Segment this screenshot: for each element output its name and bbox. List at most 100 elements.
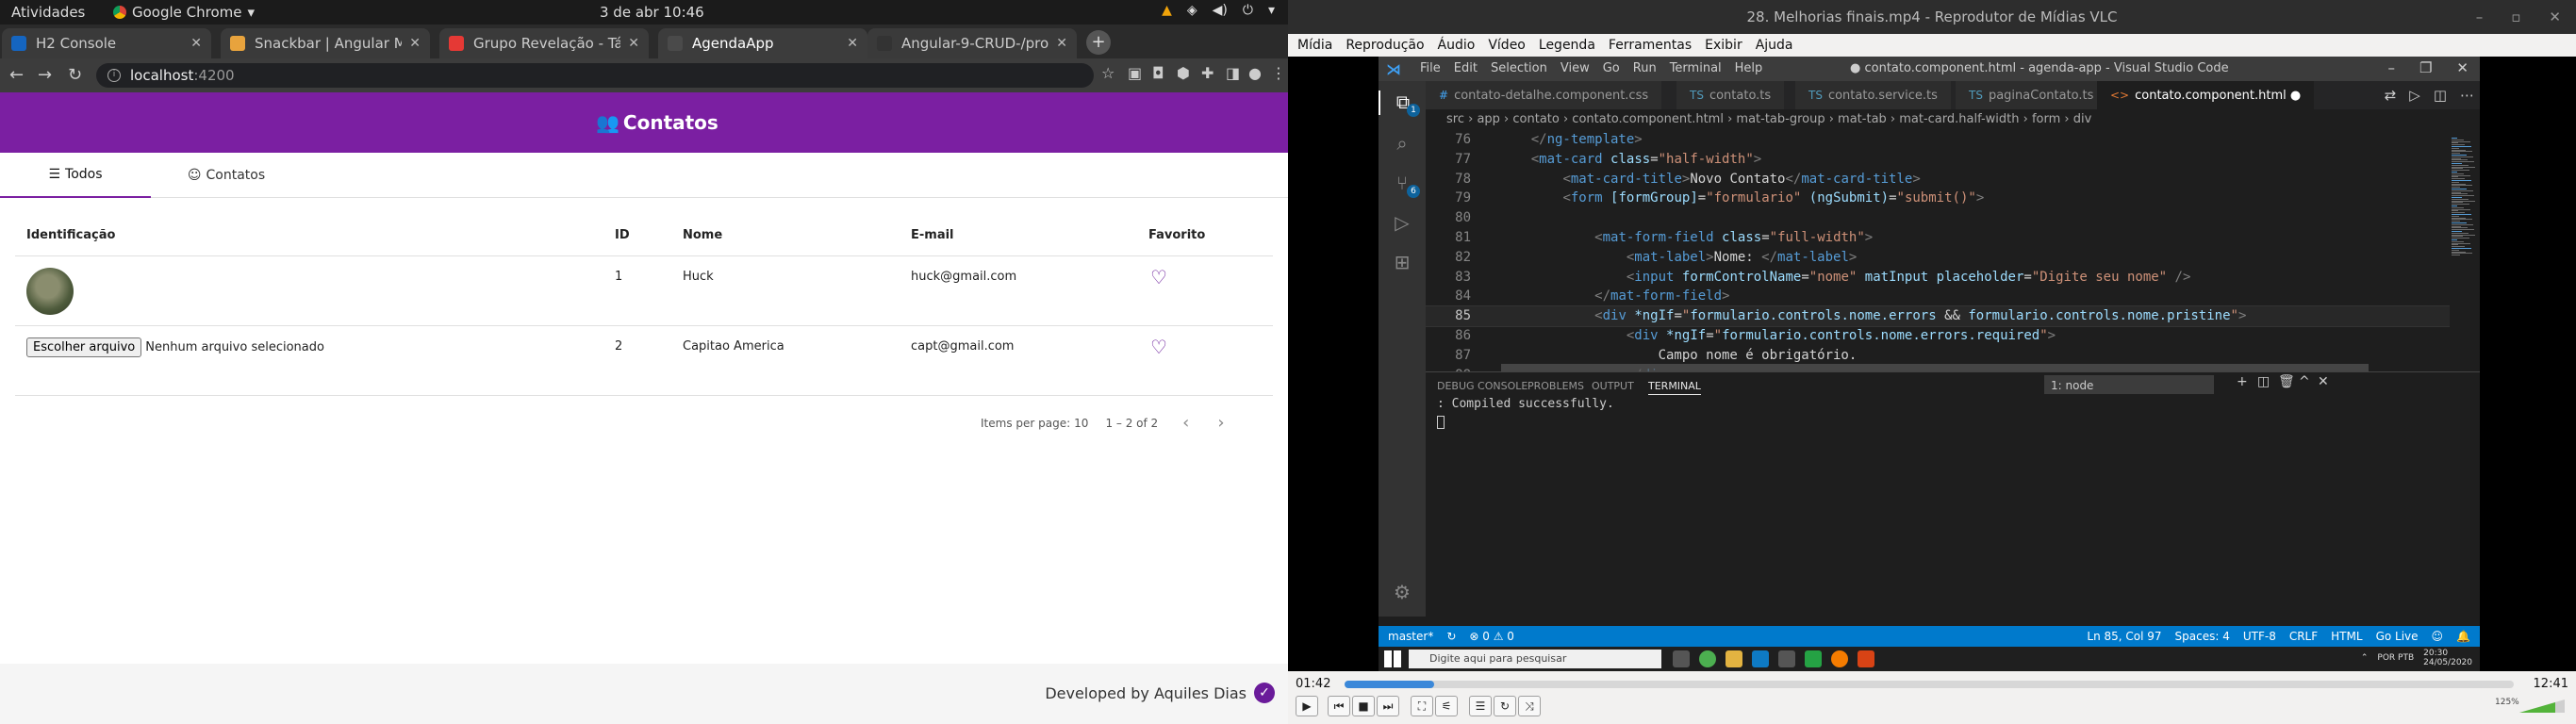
puzzle-icon[interactable]: ✚ <box>1201 64 1214 82</box>
menu-item[interactable]: Ferramentas <box>1609 34 1692 57</box>
editor-tab[interactable]: # contato-detalhe.component.css <box>1426 81 1663 109</box>
close-icon[interactable]: ✕ <box>409 36 421 51</box>
close-icon[interactable]: ✕ <box>190 36 202 51</box>
activities-button[interactable]: Atividades <box>11 4 85 21</box>
file-input[interactable]: Escolher arquivo Nenhum arquivo selecion… <box>26 337 324 357</box>
menu-item[interactable]: Selection <box>1491 61 1547 75</box>
star-icon[interactable]: ☆ <box>1101 64 1115 82</box>
video-area[interactable]: ⋊ File Edit Selection View Go Run Termin… <box>1288 57 2576 671</box>
horizontal-scrollbar[interactable] <box>1501 364 2369 371</box>
playlist-icon[interactable]: ☰ <box>1469 696 1492 716</box>
maximize-icon[interactable]: ▫ <box>2511 0 2520 34</box>
sync-icon[interactable]: ↻ <box>1446 626 1456 647</box>
go-live[interactable]: Go Live <box>2376 626 2419 647</box>
previous-icon[interactable]: ⏮ <box>1328 696 1350 716</box>
panel-tab[interactable]: DEBUG CONSOLE <box>1437 380 1527 392</box>
browser-tab[interactable]: H2 Console ✕ <box>2 28 211 58</box>
volume-slider[interactable]: 125% <box>2491 698 2567 715</box>
info-icon[interactable]: i <box>107 69 121 82</box>
address-bar[interactable]: i localhost:4200 <box>96 63 1094 88</box>
menu-item[interactable]: File <box>1420 61 1441 75</box>
maximize-panel-icon[interactable]: ^ <box>2299 374 2310 389</box>
profile-icon[interactable]: ● <box>1248 64 1262 82</box>
favorite-heart-icon[interactable]: ♡ <box>1150 266 1167 288</box>
system-tray[interactable]: ▲ ◈ ◀) ⏻ ▾ <box>1162 3 1275 18</box>
editor-tab[interactable]: TS contato.service.ts <box>1795 81 1952 109</box>
next-page-icon[interactable]: › <box>1217 413 1224 433</box>
run-icon[interactable]: ▷ <box>2409 87 2420 104</box>
menu-item[interactable]: View <box>1560 61 1590 75</box>
app-icon[interactable] <box>1858 650 1874 667</box>
menu-item[interactable]: Legenda <box>1539 34 1595 57</box>
tab-todos[interactable]: ☰ Todos <box>0 153 151 198</box>
minimize-icon[interactable]: – <box>2387 59 2395 76</box>
add-terminal-icon[interactable]: + <box>2237 374 2248 389</box>
taskbar-lang[interactable]: POR PTB <box>2377 653 2414 663</box>
time-total[interactable]: 12:41 <box>2534 677 2568 691</box>
taskbar-search[interactable]: Digite aqui para pesquisar <box>1409 650 1661 668</box>
close-icon[interactable]: ✕ <box>628 36 639 51</box>
close-panel-icon[interactable]: ✕ <box>2318 374 2329 389</box>
git-branch[interactable]: master* <box>1388 626 1433 647</box>
favorite-heart-icon[interactable]: ♡ <box>1150 336 1167 358</box>
extensions-icon[interactable]: ⊞ <box>1390 251 1414 275</box>
menu-icon[interactable]: ⋮ <box>1271 64 1286 82</box>
menu-item[interactable]: Reprodução <box>1346 34 1424 57</box>
menu-item[interactable]: Exibir <box>1705 34 1742 57</box>
more-icon[interactable]: ⋯ <box>2460 87 2474 104</box>
menu-item[interactable]: Áudio <box>1438 34 1476 57</box>
menu-item[interactable]: Mídia <box>1297 34 1332 57</box>
feedback-icon[interactable]: ☺ <box>2432 626 2444 647</box>
split-editor-icon[interactable]: ◫ <box>2434 87 2447 104</box>
close-icon[interactable]: ✕ <box>847 36 858 51</box>
folder-icon[interactable] <box>1726 650 1742 667</box>
vscode-icon[interactable] <box>1752 650 1769 667</box>
task-view-icon[interactable] <box>1673 650 1690 667</box>
panel-tab[interactable]: PROBLEMS <box>1527 380 1584 392</box>
breadcrumb[interactable]: src › app › contato › contato.component.… <box>1426 109 2480 130</box>
code-editor[interactable]: 76 </ng-template> 77 <mat-card class="ha… <box>1426 130 2450 371</box>
bell-icon[interactable]: 🔔 <box>2456 626 2470 647</box>
next-icon[interactable]: ⏭ <box>1377 696 1399 716</box>
panel-tab-active[interactable]: TERMINAL <box>1648 380 1701 395</box>
editor-tab[interactable]: TS contato.ts <box>1676 81 1786 109</box>
terminal-select[interactable]: 1: node <box>2044 375 2214 394</box>
compare-icon[interactable]: ⇄ <box>2385 87 2397 104</box>
settings-gear-icon[interactable]: ⚙ <box>1390 581 1414 605</box>
previous-page-icon[interactable]: ‹ <box>1182 413 1189 433</box>
editor-tab-active[interactable]: <> contato.component.html ● <box>2097 81 2316 109</box>
menu-item[interactable]: Ajuda <box>1756 34 1793 57</box>
extension-icon[interactable]: ◨ <box>1226 64 1240 82</box>
app-icon[interactable] <box>1831 650 1848 667</box>
encoding[interactable]: UTF-8 <box>2243 626 2276 647</box>
minimize-icon[interactable]: – <box>2476 0 2484 34</box>
taskbar-time[interactable]: 20:30 <box>2423 649 2472 658</box>
stop-icon[interactable]: ■ <box>1352 696 1375 716</box>
windows-start-icon[interactable] <box>1384 650 1401 667</box>
back-icon[interactable]: ← <box>9 65 24 85</box>
taskbar-date[interactable]: 24/05/2020 <box>2423 658 2472 667</box>
cursor-position[interactable]: Ln 85, Col 97 <box>2087 626 2161 647</box>
extension-icon[interactable]: ▣ <box>1128 64 1142 82</box>
tab-contatos[interactable]: ☺ Contatos <box>151 153 302 198</box>
indentation[interactable]: Spaces: 4 <box>2175 626 2230 647</box>
menu-item[interactable]: Go <box>1603 61 1620 75</box>
page-size-select[interactable]: 10 <box>1074 417 1088 430</box>
reload-icon[interactable]: ↻ <box>68 65 82 85</box>
run-debug-icon[interactable]: ▷ <box>1390 211 1414 236</box>
menu-item[interactable]: Help <box>1735 61 1763 75</box>
minimap[interactable] <box>2450 130 2480 371</box>
browser-tab[interactable]: Snackbar | Angular Mat ✕ <box>221 28 430 58</box>
seek-bar[interactable] <box>1345 681 2514 688</box>
split-terminal-icon[interactable]: ◫ <box>2257 374 2270 389</box>
fullscreen-icon[interactable]: ⛶ <box>1411 696 1433 716</box>
choose-file-button[interactable]: Escolher arquivo <box>26 337 142 357</box>
app-menu[interactable]: Google Chrome ▾ <box>113 4 255 21</box>
browser-tab[interactable]: Angular-9-CRUD-/prod ✕ <box>867 28 1077 58</box>
browser-tab-active[interactable]: AgendaApp ✕ <box>658 28 867 58</box>
clock[interactable]: 3 de abr 10:46 <box>600 4 704 21</box>
extension-icon[interactable]: ◘ <box>1152 64 1164 82</box>
chrome-icon[interactable] <box>1699 650 1716 667</box>
app-icon[interactable] <box>1778 650 1795 667</box>
play-icon[interactable]: ▶ <box>1296 696 1318 716</box>
